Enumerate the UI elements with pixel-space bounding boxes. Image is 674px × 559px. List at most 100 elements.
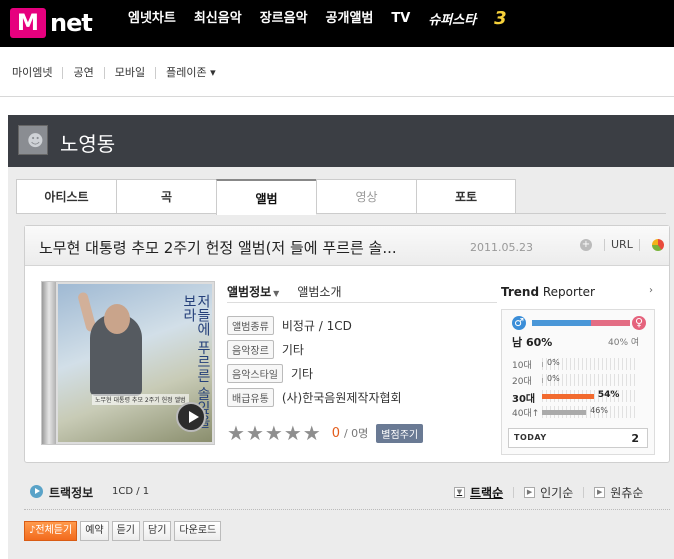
chevron-right-icon: ▶	[594, 487, 606, 498]
mnet-logo[interactable]: M net	[10, 8, 118, 38]
age-pct: 54%	[597, 390, 620, 400]
artist-name: 노영동	[60, 132, 116, 156]
age-distribution: 10대 0% 20대 0% 30대 54% 40대↑ 46%	[512, 356, 652, 420]
nav-tv[interactable]: TV	[391, 10, 410, 30]
female-label: 여	[630, 338, 640, 348]
info-row: 배급유통 (사)한국음원제작자협회	[227, 385, 402, 409]
subnav-playzone[interactable]: 플레이존 ▾	[155, 67, 226, 79]
chevron-right-icon: ▶	[524, 487, 536, 498]
plus-icon[interactable]: +	[580, 238, 592, 251]
male-bar	[532, 320, 591, 326]
star-icon[interactable]: ★	[265, 423, 283, 443]
main-nav: 엠넷차트 최신음악 장르음악 공개앨범 TV 슈퍼스타 3	[128, 10, 543, 30]
tab-spacer	[516, 179, 666, 214]
rating-count: / 0명	[343, 427, 369, 440]
divider	[638, 238, 640, 251]
tab-photo[interactable]: 포토	[416, 179, 516, 214]
superstar-number: 3	[494, 8, 507, 29]
album-cover[interactable]: 저들에 푸르른 솔잎을 보라 노무현 대통령 추모 2주기 헌정 앨범	[41, 281, 215, 445]
today-counter: TODAY 2	[508, 428, 648, 448]
tab-album[interactable]: 앨범	[216, 179, 316, 215]
star-icon[interactable]: ★	[284, 423, 302, 443]
track-divider	[24, 509, 670, 510]
male-icon: ♂	[512, 316, 526, 330]
female-pct: 40%	[608, 338, 629, 348]
trend-title[interactable]: Trend Reporter	[501, 285, 595, 299]
female-stat: 40% 여	[608, 335, 639, 348]
subnav-my-mnet[interactable]: 마이엠넷	[12, 67, 62, 79]
subnav-mobile[interactable]: 모바일	[103, 67, 155, 79]
info-value: (사)한국음원제작자협회	[281, 390, 402, 405]
sort-wish-label: 원츄순	[610, 486, 644, 500]
listen-button[interactable]: 듣기	[111, 521, 141, 541]
male-stat: 남 60%	[512, 334, 552, 350]
info-row: 음악스타일 기타	[227, 361, 402, 385]
info-label: 배급유통	[227, 387, 274, 407]
cover-head	[104, 304, 130, 334]
today-value: 2	[631, 432, 639, 445]
url-button[interactable]: URL	[611, 238, 633, 251]
star-icon[interactable]: ★	[303, 423, 321, 443]
gender-bar	[532, 320, 630, 326]
star-icon[interactable]: ★	[227, 423, 245, 443]
star-icon[interactable]: ★	[246, 423, 264, 443]
tab-video[interactable]: 영상	[316, 179, 416, 214]
subtab-album-info-label: 앨범정보	[227, 285, 272, 299]
chevron-right-icon[interactable]: ›	[649, 285, 653, 296]
cover-subtitle: 노무현 대통령 추모 2주기 헌정 앨범	[92, 394, 189, 405]
play-all-button[interactable]: ♪전체듣기	[24, 521, 78, 541]
add-button[interactable]: 담기	[143, 521, 172, 541]
info-value: 비정규 / 1CD	[281, 318, 352, 333]
top-bar: M net 엠넷차트 최신음악 장르음악 공개앨범 TV 슈퍼스타 3	[0, 0, 674, 47]
play-icon[interactable]	[176, 402, 206, 432]
tab-song[interactable]: 곡	[116, 179, 216, 214]
track-info-title: 트랙정보	[49, 486, 94, 500]
download-button[interactable]: 다운로드	[174, 521, 222, 541]
age-pct: 46%	[590, 406, 608, 415]
artist-thumbnail[interactable]: ☻	[18, 125, 48, 155]
logo-net: net	[50, 9, 93, 37]
track-actions: ♪전체듣기 예약 듣기 담기 다운로드	[24, 521, 224, 541]
sort-wish[interactable]: ▶ 원츄순	[594, 484, 643, 501]
nav-genre[interactable]: 장르음악	[260, 10, 308, 30]
nav-public-album[interactable]: 공개앨범	[326, 10, 374, 30]
nav-chart[interactable]: 엠넷차트	[128, 10, 176, 30]
album-rating: ★ ★ ★ ★ ★ 0 / 0명 별점주기	[227, 423, 424, 443]
age-label: 40대↑	[512, 409, 540, 419]
subtab-album-info[interactable]: 앨범정보 ▼	[227, 283, 279, 300]
age-bar	[542, 378, 543, 383]
track-header: 트랙정보 1CD / 1 ▼ 트랙순 ▶ 인기순 ▶ 원츄순	[24, 483, 670, 503]
age-label: 10대	[512, 361, 532, 371]
info-value[interactable]: 기타	[282, 341, 304, 358]
play-all-label: 전체듣기	[35, 525, 73, 536]
divider	[583, 487, 585, 498]
trend-title-rest: Reporter	[539, 285, 595, 299]
info-label: 음악스타일	[227, 363, 283, 383]
divider	[604, 238, 605, 251]
content-panel: 아티스트 곡 앨범 영상 포토 노무현 대통령 추모 2주기 헌정 앨범(저 들…	[8, 167, 674, 559]
subtab-album-intro[interactable]: 앨범소개	[297, 283, 341, 300]
nav-superstar[interactable]: 슈퍼스타 3	[428, 10, 524, 30]
sort-track-order[interactable]: ▼ 트랙순	[454, 484, 503, 501]
today-label: TODAY	[514, 433, 547, 442]
logo-m: M	[10, 8, 46, 38]
album-card-header: 노무현 대통령 추모 2주기 헌정 앨범(저 들에 푸르른 솔... 2011.…	[25, 226, 669, 266]
tab-artist[interactable]: 아티스트	[16, 179, 116, 214]
pie-chart-icon[interactable]	[651, 238, 664, 251]
subnav-concert[interactable]: 공연	[62, 67, 103, 79]
female-bar	[590, 320, 630, 326]
reserve-button[interactable]: 예약	[80, 521, 109, 541]
rate-button[interactable]: 별점주기	[376, 423, 424, 443]
sort-popular[interactable]: ▶ 인기순	[524, 484, 573, 501]
sort-popular-label: 인기순	[540, 486, 574, 500]
arrow-circle-icon	[30, 485, 43, 498]
artist-header: ☻ 노영동	[8, 115, 674, 167]
rating-score: 0	[331, 425, 340, 441]
age-label: 20대	[512, 377, 532, 387]
trend-title-bold: Trend	[501, 285, 540, 299]
info-value[interactable]: 기타	[291, 365, 313, 382]
divider	[513, 487, 515, 498]
age-label: 30대	[512, 394, 536, 405]
nav-latest[interactable]: 최신음악	[194, 10, 242, 30]
male-pct: 60%	[525, 336, 553, 349]
